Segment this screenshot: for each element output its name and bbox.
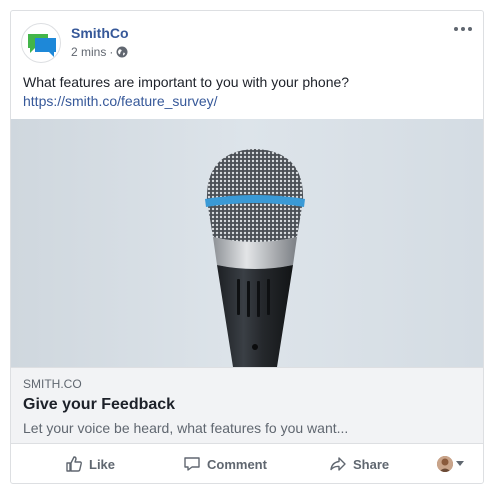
comment-label: Comment (207, 456, 267, 472)
page-avatar[interactable] (21, 23, 61, 63)
post-actions: Like Comment Share (11, 443, 483, 483)
link-preview-image[interactable] (11, 119, 483, 367)
microphone-image (11, 119, 483, 367)
preview-description: Let your voice be heard, what features f… (23, 420, 349, 436)
more-dots-icon[interactable] (451, 21, 475, 37)
preview-domain: SMITH.CO (23, 377, 82, 391)
share-button[interactable]: Share (329, 454, 389, 474)
post-text: What features are important to you with … (23, 73, 473, 111)
preview-title: Give your Feedback (23, 396, 176, 413)
post-header: SmithCo 2 mins · (11, 11, 483, 71)
post-link[interactable]: https://smith.co/feature_survey/ (23, 92, 473, 111)
caret-down-icon (456, 461, 464, 466)
post-as-selector[interactable] (437, 456, 464, 472)
user-photo-icon (437, 456, 453, 472)
link-preview-meta[interactable]: SMITH.CO Give your Feedback Let your voi… (11, 367, 483, 443)
like-button[interactable]: Like (65, 454, 115, 474)
thumbs-up-icon (66, 456, 82, 472)
post-time[interactable]: 2 mins (71, 45, 106, 59)
globe-icon[interactable] (116, 46, 128, 58)
chat-bubbles-logo-icon (28, 34, 56, 57)
user-avatar (437, 456, 453, 472)
post-card: SmithCo 2 mins · What features are impor… (10, 10, 484, 484)
page-name[interactable]: SmithCo (71, 25, 129, 41)
comment-bubble-icon (184, 457, 200, 471)
post-message: What features are important to you with … (23, 74, 350, 90)
share-arrow-icon (330, 457, 346, 471)
share-label: Share (353, 456, 390, 472)
meta-separator: · (109, 45, 114, 59)
post-meta: 2 mins · (71, 45, 128, 59)
comment-button[interactable]: Comment (183, 454, 267, 474)
like-label: Like (89, 456, 116, 472)
